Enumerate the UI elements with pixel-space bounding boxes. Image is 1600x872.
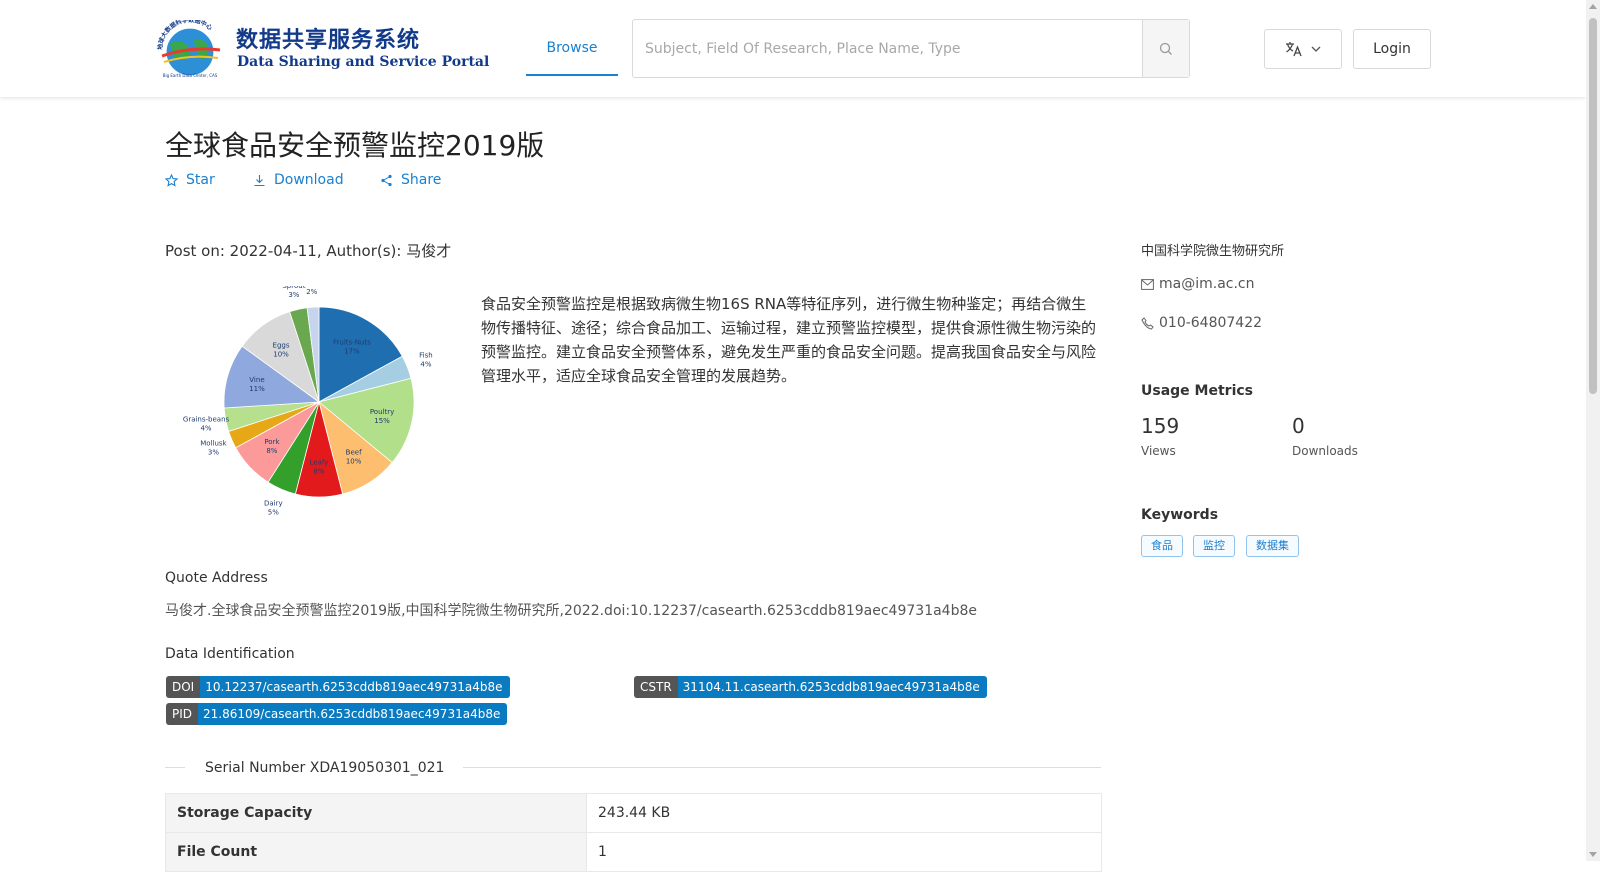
cstr-badge-key: CSTR	[634, 676, 678, 698]
pie-label-name: Leafy	[310, 459, 329, 467]
logo-en-name: Data Sharing and Service Portal	[237, 54, 490, 70]
star-icon	[165, 173, 178, 187]
pid-badge-key: PID	[166, 703, 199, 725]
pie-label-name: Vine	[249, 376, 264, 384]
table-row: Storage Capacity 243.44 KB	[165, 793, 1102, 833]
info-key: Storage Capacity	[165, 793, 587, 833]
pie-label-value: 15%	[374, 417, 390, 425]
pie-label-value: 3%	[208, 449, 219, 457]
chevron-down-icon	[1311, 46, 1321, 52]
scrollbar-thumb[interactable]	[1589, 18, 1597, 394]
info-value: 1	[586, 832, 1102, 872]
logo-org-en-text: Big Earth Data Center, CAS	[163, 73, 218, 78]
search-button[interactable]	[1142, 20, 1189, 77]
dataset-title: 全球食品安全预警监控2019版	[165, 129, 545, 162]
phone-text: 010-64807422	[1159, 315, 1263, 331]
info-key: File Count	[165, 832, 587, 872]
download-button[interactable]: Download	[253, 172, 344, 188]
pid-badge-value: 21.86109/casearth.6253cddb819aec49731a4b…	[198, 703, 508, 725]
info-value: 243.44 KB	[586, 793, 1102, 833]
language-switch-button[interactable]	[1264, 29, 1342, 69]
serial-number: Serial Number XDA19050301_021	[205, 760, 445, 776]
pie-label-value: 2%	[306, 288, 317, 296]
star-button[interactable]: Star	[165, 172, 215, 188]
pie-label-value: 4%	[200, 425, 211, 433]
share-icon	[381, 174, 392, 186]
search-icon	[1159, 42, 1172, 55]
phone-icon	[1141, 316, 1154, 330]
pie-label-name: Fruits-Nuts	[333, 338, 371, 346]
serial-number-divider: Serial Number XDA19050301_021	[165, 760, 1101, 776]
pie-label-name: Fish	[419, 352, 433, 360]
scroll-down-arrow-icon[interactable]	[1589, 852, 1597, 857]
mail-icon	[1141, 278, 1154, 290]
views-count: 159	[1141, 414, 1180, 438]
pie-label-value: 5%	[268, 509, 279, 517]
pid-badge[interactable]: PID 21.86109/casearth.6253cddb819aec4973…	[166, 703, 508, 725]
scroll-up-arrow-icon[interactable]	[1589, 4, 1597, 9]
keyword-tag[interactable]: 食品	[1141, 535, 1183, 557]
nav-browse-tab[interactable]: Browse	[526, 0, 618, 76]
doi-badge-key: DOI	[166, 676, 201, 698]
divider-line-right	[463, 767, 1101, 768]
pie-label-name: Mollusk	[200, 440, 227, 448]
pie-label-name: Dairy	[264, 500, 283, 508]
pie-label-name: Grains-beans	[183, 416, 230, 424]
pie-label-value: 10%	[346, 458, 362, 466]
post-date-author: Post on: 2022-04-11, Author(s): 马俊才	[165, 242, 452, 260]
star-label: Star	[186, 172, 215, 188]
pie-chart: Fruits-Nuts17%Fish4%Poultry15%Beef10%Lea…	[183, 279, 433, 517]
pie-label-value: 4%	[420, 361, 431, 369]
search-input[interactable]	[633, 20, 1143, 77]
top-header: 地球大数据科学数据中心 Big Earth Data Center, CAS 数…	[0, 0, 1586, 97]
pie-label-value: 8%	[313, 468, 324, 476]
dataset-description: 食品安全预警监控是根据致病微生物16S RNA等特征序列，进行微生物种鉴定；再结…	[481, 295, 1097, 385]
page-scrollbar[interactable]	[1586, 0, 1600, 861]
usage-metrics-heading: Usage Metrics	[1141, 383, 1253, 399]
pie-label-name: Other	[302, 286, 322, 287]
cstr-badge-value: 31104.11.casearth.6253cddb819aec49731a4b…	[677, 676, 987, 698]
download-label: Download	[274, 172, 344, 188]
search-box	[632, 19, 1190, 78]
downloads-count: 0	[1292, 414, 1305, 438]
cstr-badge[interactable]: CSTR 31104.11.casearth.6253cddb819aec497…	[634, 676, 987, 698]
pie-label-value: 3%	[288, 291, 299, 299]
pie-label-name: Beef	[346, 449, 362, 457]
site-logo[interactable]: 地球大数据科学数据中心 Big Earth Data Center, CAS 数…	[152, 18, 489, 80]
organization-name: 中国科学院微生物研究所	[1141, 244, 1285, 259]
email-text: ma@im.ac.cn	[1159, 276, 1255, 292]
data-identification-heading: Data Identification	[165, 646, 295, 662]
contact-phone: 010-64807422	[1141, 315, 1262, 331]
pie-chart-figure: Fruits-Nuts 17% Fish 4% Poultry 15% Beef 10% Lea…	[165, 279, 455, 531]
share-button[interactable]: Share	[380, 172, 441, 188]
table-row: File Count 1	[165, 832, 1102, 872]
translate-icon	[1286, 42, 1302, 57]
pie-label-name: Poultry	[370, 408, 394, 416]
quote-address-text: 马俊才.全球食品安全预警监控2019版,中国科学院微生物研究所,2022.doi…	[165, 603, 977, 619]
quote-address-heading: Quote Address	[165, 570, 268, 586]
share-label: Share	[401, 172, 442, 188]
keyword-tag[interactable]: 数据集	[1246, 535, 1299, 557]
doi-badge-value: 10.12237/casearth.6253cddb819aec49731a4b…	[200, 676, 510, 698]
download-icon	[254, 174, 265, 186]
login-button[interactable]: Login	[1353, 29, 1431, 69]
keyword-tag[interactable]: 监控	[1193, 535, 1235, 557]
contact-email[interactable]: ma@im.ac.cn	[1141, 276, 1255, 292]
divider-line-left	[165, 767, 185, 768]
logo-cn-name: 数据共享服务系统	[236, 27, 421, 53]
views-label: Views	[1141, 444, 1176, 458]
pie-label-value: 11%	[249, 385, 265, 393]
pie-label-value: 10%	[273, 351, 289, 359]
dataset-info-table: Storage Capacity 243.44 KB File Count 1	[165, 793, 1102, 872]
downloads-label: Downloads	[1292, 444, 1358, 458]
pie-label-value: 8%	[266, 447, 277, 455]
pie-label-value: 17%	[344, 347, 360, 355]
pie-label-name: Eggs	[273, 342, 290, 350]
globe-logo-icon: 地球大数据科学数据中心 Big Earth Data Center, CAS	[156, 20, 221, 78]
doi-badge[interactable]: DOI 10.12237/casearth.6253cddb819aec4973…	[166, 676, 510, 698]
keywords-heading: Keywords	[1141, 507, 1219, 523]
pie-label-name: Pork	[264, 438, 280, 446]
